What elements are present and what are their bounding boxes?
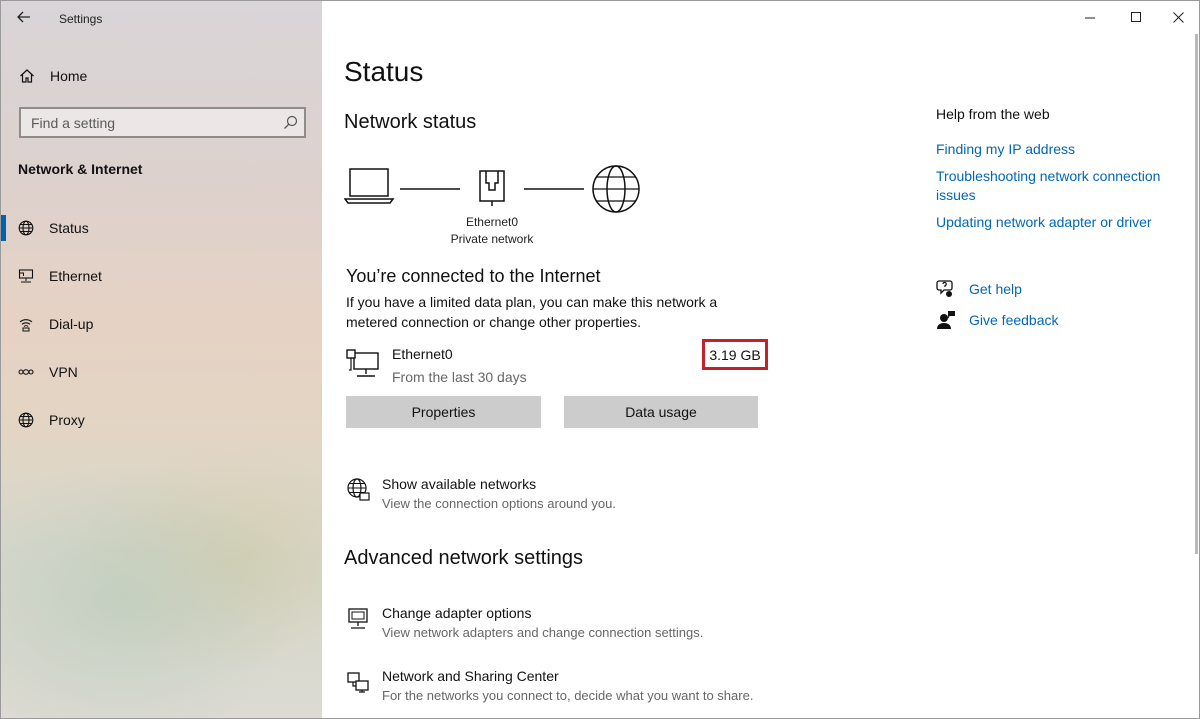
sidebar-item-label: Dial-up <box>49 316 94 332</box>
settings-window: Settings Home Network & Internet Status … <box>0 0 1200 719</box>
adapter-icon <box>348 608 368 629</box>
sidebar-section-title: Network & Internet <box>18 161 143 177</box>
sidebar-item-proxy[interactable]: Proxy <box>1 402 322 438</box>
page-title: Status <box>344 56 424 87</box>
back-button[interactable] <box>11 6 37 28</box>
search-icon[interactable] <box>283 115 298 130</box>
sidebar-item-label: VPN <box>49 364 78 380</box>
main-content: Status Network status Ethernet0 Private … <box>322 1 1199 718</box>
network-sharing-center-link[interactable]: Network and Sharing Center For the netwo… <box>346 668 806 710</box>
ethernet-port-icon <box>479 170 505 206</box>
give-feedback-link[interactable]: Give feedback <box>936 310 1156 332</box>
vpn-icon <box>18 369 34 375</box>
sidebar-item-vpn[interactable]: VPN <box>1 354 322 390</box>
properties-button[interactable]: Properties <box>346 396 541 428</box>
diagram-network-type: Private network <box>450 232 534 246</box>
data-usage-button[interactable]: Data usage <box>564 396 758 428</box>
home-icon <box>20 69 34 83</box>
get-help-label: Get help <box>969 281 1022 297</box>
usage-period: From the last 30 days <box>392 369 527 385</box>
ethernet-icon <box>18 269 34 283</box>
show-networks-title: Show available networks <box>382 476 537 492</box>
help-link-troubleshooting[interactable]: Troubleshooting network connection issue… <box>936 167 1176 205</box>
sidebar: Settings Home Network & Internet Status … <box>1 1 322 718</box>
advanced-item-subtitle: View network adapters and change connect… <box>382 625 704 640</box>
help-heading: Help from the web <box>936 106 1050 122</box>
app-title: Settings <box>59 12 103 26</box>
network-globe-icon <box>347 478 370 501</box>
network-name: Ethernet0 <box>392 346 453 362</box>
sidebar-item-home-label: Home <box>50 68 88 84</box>
sidebar-item-status[interactable]: Status <box>1 210 322 246</box>
sidebar-item-ethernet[interactable]: Ethernet <box>1 258 322 294</box>
give-feedback-label: Give feedback <box>969 312 1059 328</box>
globe-icon <box>18 220 34 236</box>
diagram-adapter-name: Ethernet0 <box>465 215 519 229</box>
advanced-settings-heading: Advanced network settings <box>344 547 584 569</box>
data-usage-value: 3.19 GB <box>702 339 768 370</box>
advanced-item-subtitle: For the networks you connect to, decide … <box>382 688 754 703</box>
show-available-networks-link[interactable]: Show available networks View the connect… <box>346 476 806 518</box>
sidebar-item-label: Status <box>49 220 89 236</box>
change-adapter-options-link[interactable]: Change adapter options View network adap… <box>346 605 806 647</box>
dialup-icon <box>19 319 33 332</box>
show-networks-subtitle: View the connection options around you. <box>382 496 616 511</box>
connection-description: If you have a limited data plan, you can… <box>346 294 718 330</box>
back-arrow-icon <box>17 11 30 23</box>
search-box <box>19 107 306 138</box>
chat-help-icon <box>936 280 953 297</box>
globe-icon <box>18 412 34 428</box>
sidebar-item-label: Ethernet <box>49 268 102 284</box>
advanced-item-title: Change adapter options <box>382 605 532 621</box>
ethernet-network-icon <box>346 349 379 377</box>
sharing-center-icon <box>347 672 369 693</box>
feedback-person-icon <box>937 311 955 329</box>
internet-globe-icon <box>592 165 640 213</box>
get-help-link[interactable]: Get help <box>936 279 1156 301</box>
sidebar-item-home[interactable]: Home <box>1 61 322 93</box>
network-status-heading: Network status <box>344 111 477 133</box>
sidebar-item-dialup[interactable]: Dial-up <box>1 306 322 342</box>
help-link-updating-adapter[interactable]: Updating network adapter or driver <box>936 213 1176 232</box>
help-link-ip-address[interactable]: Finding my IP address <box>936 140 1176 159</box>
scrollbar[interactable] <box>1195 34 1198 554</box>
advanced-item-title: Network and Sharing Center <box>382 668 559 684</box>
connection-status-title: You’re connected to the Internet <box>346 266 601 286</box>
sidebar-item-label: Proxy <box>49 412 85 428</box>
laptop-icon <box>344 168 395 204</box>
search-input[interactable] <box>21 109 271 136</box>
